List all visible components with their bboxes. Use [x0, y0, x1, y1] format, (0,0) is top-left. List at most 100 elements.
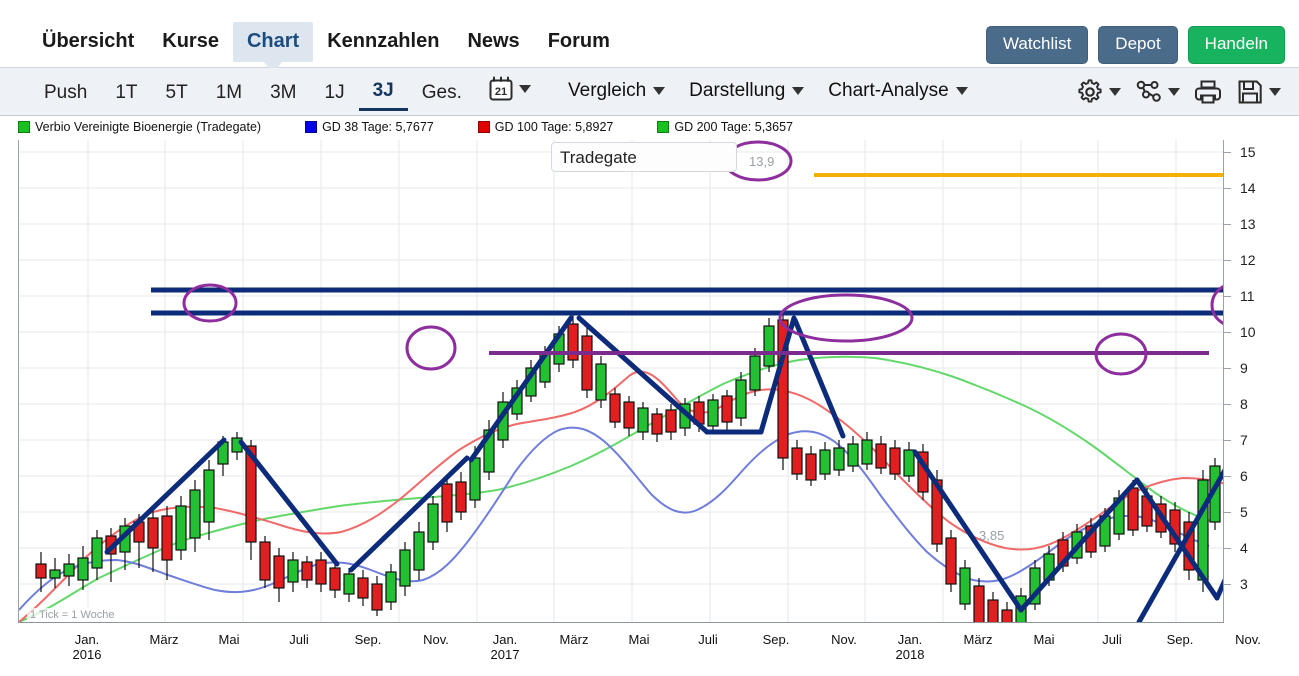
x-axis-label: Juli — [289, 632, 309, 647]
legend-swatch-icon — [477, 121, 490, 133]
tab-uebersicht[interactable]: Übersicht — [28, 22, 148, 62]
chevron-down-icon — [1269, 88, 1281, 96]
x-axis-label: März — [964, 632, 993, 647]
tab-label: Forum — [547, 30, 610, 52]
print-button[interactable] — [1194, 78, 1222, 106]
time-range-group: Push 1T 5T 1M 3M 1J 3J Ges. — [30, 76, 476, 111]
range-3m[interactable]: 3M — [256, 78, 310, 110]
x-axis-label: Nov. — [831, 632, 857, 647]
settings-button[interactable] — [1076, 78, 1121, 106]
menu-label: Darstellung — [689, 80, 786, 101]
menu-darstellung[interactable]: Darstellung — [689, 80, 805, 102]
tab-forum[interactable]: Forum — [534, 22, 624, 62]
watchlist-button[interactable]: Watchlist — [985, 26, 1089, 64]
tab-kurse[interactable]: Kurse — [148, 22, 233, 62]
y-tick — [1224, 584, 1231, 585]
x-axis-line — [18, 622, 1224, 623]
toolbar-menus: Vergleich Darstellung Chart-Analyse — [568, 80, 968, 102]
legend-label: GD 200 Tage: 5,3657 — [674, 120, 793, 134]
exchange-select[interactable]: Tradegate — [551, 142, 737, 172]
handeln-button[interactable]: Handeln — [1187, 26, 1285, 64]
y-tick — [1224, 260, 1231, 261]
depot-button[interactable]: Depot — [1098, 26, 1178, 64]
range-push[interactable]: Push — [30, 78, 101, 110]
chart-area: 1 Tick = 1 Woche 13,9 3,85 15 14 13 12 1… — [18, 140, 1290, 622]
x-axis-label: Sep. — [355, 632, 382, 647]
x-month: Juli — [1102, 632, 1122, 647]
share-button[interactable] — [1135, 78, 1180, 106]
range-1j[interactable]: 1J — [311, 78, 359, 110]
x-axis-label: Mai — [629, 632, 650, 647]
trendline-projection-navy — [1136, 468, 1223, 622]
menu-vergleich[interactable]: Vergleich — [568, 80, 666, 102]
legend-item-gd38: GD 38 Tage: 5,7677 — [305, 120, 434, 134]
y-axis-label: 4 — [1240, 540, 1248, 556]
x-month: März — [559, 632, 589, 647]
save-button[interactable] — [1236, 78, 1281, 106]
x-axis-label: Sep. — [1167, 632, 1194, 647]
range-ges[interactable]: Ges. — [408, 78, 476, 110]
legend-item-instrument: Verbio Vereinigte Bioenergie (Tradegate) — [18, 120, 261, 134]
y-axis-label: 9 — [1240, 360, 1248, 376]
legend-item-gd200: GD 200 Tage: 5,3657 — [657, 120, 793, 134]
x-axis-label: Mai — [1034, 632, 1055, 647]
gear-icon — [1076, 78, 1104, 106]
legend-label: Verbio Vereinigte Bioenergie (Tradegate) — [35, 120, 262, 134]
calendar-picker[interactable]: 21 — [488, 76, 531, 102]
legend-swatch-icon — [18, 121, 30, 133]
y-axis-label: 7 — [1240, 432, 1248, 448]
x-axis-label: Jan. 2016 — [73, 632, 102, 662]
x-axis-label: Nov. — [1235, 632, 1261, 647]
range-5t[interactable]: 5T — [152, 78, 202, 110]
chevron-down-icon — [1109, 88, 1121, 96]
chart-plot[interactable]: 1 Tick = 1 Woche 13,9 3,85 — [18, 140, 1224, 622]
menu-label: Vergleich — [568, 80, 647, 101]
chart-gridlines — [19, 140, 1223, 622]
x-axis-label: Jan. 2017 — [491, 632, 520, 662]
y-tick — [1224, 476, 1231, 477]
x-axis-label: Juli — [1102, 632, 1122, 647]
chart-legend: Verbio Vereinigte Bioenergie (Tradegate)… — [0, 116, 1299, 138]
svg-text:21: 21 — [495, 86, 507, 98]
x-axis-label: Jan. 2018 — [896, 632, 925, 662]
range-1m[interactable]: 1M — [202, 78, 256, 110]
y-tick — [1224, 188, 1231, 189]
range-1t[interactable]: 1T — [101, 78, 151, 110]
y-tick — [1224, 224, 1231, 225]
x-month: Jan. — [897, 632, 923, 647]
y-axis-label: 11 — [1240, 288, 1255, 304]
x-month: Juli — [289, 632, 309, 647]
y-axis-label: 5 — [1240, 504, 1248, 520]
action-button-group: Watchlist Depot Handeln — [985, 26, 1285, 64]
range-3j[interactable]: 3J — [358, 76, 408, 111]
x-month: Jan. — [492, 632, 518, 647]
x-month: Sep. — [762, 632, 790, 647]
x-month: Mai — [218, 632, 240, 647]
tab-news[interactable]: News — [453, 22, 533, 62]
tab-label: News — [467, 30, 520, 52]
x-month: Juli — [698, 632, 718, 647]
x-month: Nov. — [423, 632, 449, 647]
x-axis-label: Nov. — [423, 632, 449, 647]
y-tick — [1224, 296, 1231, 297]
x-axis-label: Mai — [219, 632, 240, 647]
x-axis-label: Sep. — [763, 632, 790, 647]
y-axis-label: 6 — [1240, 468, 1248, 484]
x-axis-label: Juli — [698, 632, 718, 647]
menu-chart-analyse[interactable]: Chart-Analyse — [828, 80, 968, 102]
y-axis-label: 8 — [1240, 396, 1248, 412]
tab-chart[interactable]: Chart — [232, 22, 314, 73]
x-month: März — [149, 632, 179, 647]
chevron-down-icon — [653, 87, 666, 95]
tab-kennzahlen[interactable]: Kennzahlen — [313, 22, 453, 62]
tab-label: Kurse — [162, 30, 219, 52]
x-year: 2018 — [895, 647, 925, 662]
tab-label: Kennzahlen — [327, 30, 440, 52]
top-tab-bar: Übersicht Kurse Chart Kennzahlen News Fo… — [0, 0, 1299, 73]
y-tick — [1224, 404, 1231, 405]
chevron-down-icon — [1168, 88, 1180, 96]
y-axis-label: 15 — [1240, 144, 1256, 160]
save-floppy-icon — [1236, 78, 1264, 106]
y-tick — [1224, 440, 1231, 441]
x-month: Sep. — [1166, 632, 1194, 647]
